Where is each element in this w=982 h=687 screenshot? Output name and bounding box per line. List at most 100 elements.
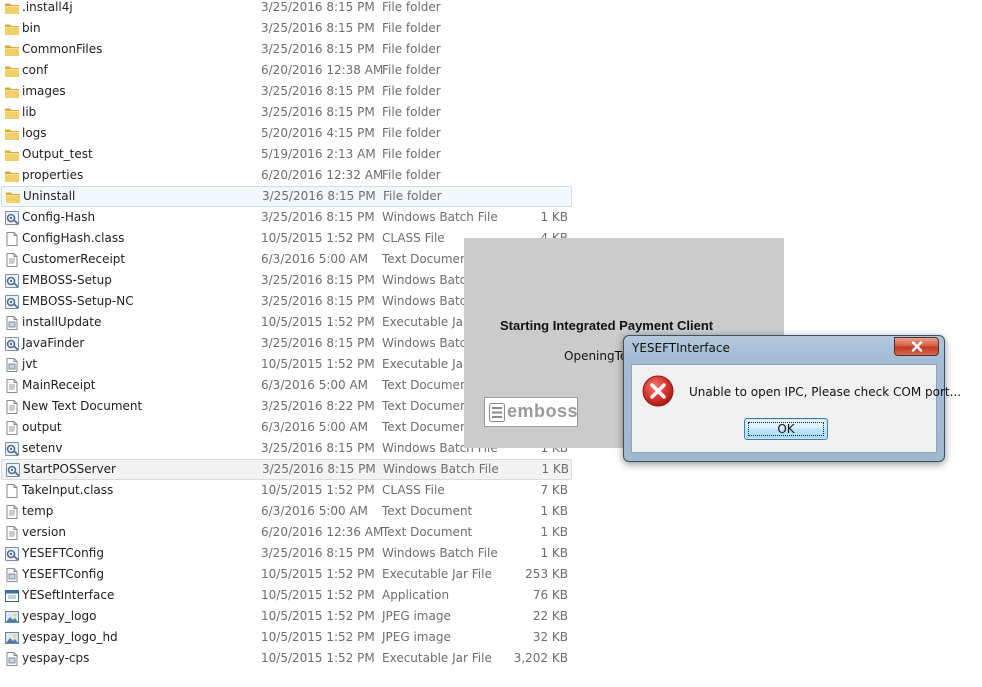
file-row[interactable]: YESEFTConfig 10/5/2015 1:52 PM Executable … bbox=[0, 564, 572, 585]
batch-file-icon bbox=[4, 273, 20, 289]
file-row[interactable]: yespay-cps 10/5/2015 1:52 PM Executable Ja… bbox=[0, 648, 572, 669]
file-name: ConfigHash.class bbox=[22, 231, 125, 245]
batch-file-icon bbox=[4, 441, 20, 457]
file-size: 1 KB bbox=[540, 546, 568, 560]
folder-icon bbox=[4, 126, 20, 142]
text-file-icon bbox=[4, 525, 20, 541]
file-type: Text Document bbox=[382, 252, 473, 266]
file-date-modified: 6/20/2016 12:38 AM bbox=[261, 63, 384, 77]
file-row[interactable]: CommonFiles 3/25/2016 8:15 PM File folder bbox=[0, 39, 572, 60]
file-date-modified: 3/25/2016 8:15 PM bbox=[261, 210, 375, 224]
file-type: CLASS File bbox=[382, 231, 445, 245]
file-row[interactable]: YESeftInterface 10/5/2015 1:52 PM Applicat… bbox=[0, 585, 572, 606]
file-date-modified: 6/3/2016 5:00 AM bbox=[261, 504, 369, 518]
file-name: bin bbox=[22, 21, 41, 35]
file-name: version bbox=[22, 525, 66, 539]
file-name: Uninstall bbox=[23, 189, 76, 203]
file-type: File folder bbox=[382, 42, 441, 56]
error-dialog[interactable]: YESEFTInterface Unable to open IPC, Plea… bbox=[623, 335, 961, 462]
file-date-modified: 3/25/2016 8:15 PM bbox=[261, 546, 375, 560]
file-size: 32 KB bbox=[532, 630, 568, 644]
dialog-close-button[interactable] bbox=[894, 337, 939, 356]
file-row[interactable]: yespay_logo_hd 10/5/2015 1:52 PM JPEG imag… bbox=[0, 627, 572, 648]
file-name: temp bbox=[22, 504, 54, 518]
file-row[interactable]: conf 6/20/2016 12:38 AM File folder bbox=[0, 60, 572, 81]
file-date-modified: 3/25/2016 8:15 PM bbox=[261, 294, 375, 308]
batch-file-icon bbox=[5, 462, 21, 478]
folder-icon bbox=[4, 42, 20, 58]
file-row[interactable]: YESEFTConfig 3/25/2016 8:15 PM Windows Bat… bbox=[0, 543, 572, 564]
file-date-modified: 5/19/2016 2:13 AM bbox=[261, 147, 376, 161]
file-name: properties bbox=[22, 168, 84, 182]
file-name: New Text Document bbox=[22, 399, 143, 413]
file-row[interactable]: yespay_logo 10/5/2015 1:52 PM JPEG image 22… bbox=[0, 606, 572, 627]
file-name: Config-Hash bbox=[22, 210, 96, 224]
folder-icon bbox=[4, 105, 20, 121]
file-type: File folder bbox=[382, 84, 441, 98]
file-name: YESEFTConfig bbox=[22, 567, 104, 581]
file-name: conf bbox=[22, 63, 48, 77]
folder-icon bbox=[4, 147, 20, 163]
jar-file-icon bbox=[4, 567, 20, 583]
text-file-icon bbox=[4, 399, 20, 415]
file-name: JavaFinder bbox=[22, 336, 85, 350]
error-icon bbox=[642, 375, 674, 407]
ok-button-focus-ring bbox=[748, 422, 824, 436]
file-name: yespay_logo bbox=[22, 609, 97, 623]
splash-status-text: OpeningTe bbox=[564, 349, 628, 363]
file-row[interactable]: .install4j 3/25/2016 8:15 PM File folder bbox=[0, 0, 572, 18]
file-row[interactable]: Config-Hash 3/25/2016 8:15 PM Windows Batc… bbox=[0, 207, 572, 228]
file-type: File folder bbox=[382, 168, 441, 182]
folder-icon bbox=[4, 84, 20, 100]
file-row[interactable]: temp 6/3/2016 5:00 AM Text Document 1 KB bbox=[0, 501, 572, 522]
ok-button[interactable]: OK bbox=[744, 418, 828, 440]
jar-file-icon bbox=[4, 651, 20, 667]
file-date-modified: 6/3/2016 5:00 AM bbox=[261, 378, 369, 392]
file-row[interactable]: version 6/20/2016 12:36 AM Text Document 1 … bbox=[0, 522, 572, 543]
file-row[interactable]: images 3/25/2016 8:15 PM File folder bbox=[0, 81, 572, 102]
file-date-modified: 6/20/2016 12:32 AM bbox=[261, 168, 384, 182]
file-date-modified: 3/25/2016 8:15 PM bbox=[262, 462, 376, 476]
file-date-modified: 10/5/2015 1:52 PM bbox=[261, 231, 375, 245]
folder-icon bbox=[4, 63, 20, 79]
file-row[interactable]: Uninstall 3/25/2016 8:15 PM File folder bbox=[1, 186, 572, 207]
file-type: File folder bbox=[382, 63, 441, 77]
file-row[interactable]: lib 3/25/2016 8:15 PM File folder bbox=[0, 102, 572, 123]
file-type: File folder bbox=[382, 147, 441, 161]
file-size: 253 KB bbox=[525, 567, 568, 581]
file-date-modified: 3/25/2016 8:15 PM bbox=[261, 84, 375, 98]
image-file-icon bbox=[4, 630, 20, 646]
file-name: Output_test bbox=[22, 147, 93, 161]
file-row[interactable]: Output_test 5/19/2016 2:13 AM File folder bbox=[0, 144, 572, 165]
file-date-modified: 6/3/2016 5:00 AM bbox=[261, 252, 369, 266]
file-type: JPEG image bbox=[382, 609, 451, 623]
file-row[interactable]: StartPOSServer 3/25/2016 8:15 PM Windows B… bbox=[1, 459, 572, 480]
folder-icon bbox=[4, 21, 20, 37]
file-type: File folder bbox=[382, 126, 441, 140]
file-date-modified: 6/3/2016 5:00 AM bbox=[261, 420, 369, 434]
file-row[interactable]: logs 5/20/2016 4:15 PM File folder bbox=[0, 123, 572, 144]
file-row[interactable]: properties 6/20/2016 12:32 AM File folder bbox=[0, 165, 572, 186]
close-icon bbox=[911, 341, 923, 352]
file-date-modified: 3/25/2016 8:15 PM bbox=[261, 105, 375, 119]
file-size: 1 KB bbox=[540, 210, 568, 224]
file-date-modified: 3/25/2016 8:15 PM bbox=[261, 273, 375, 287]
file-date-modified: 10/5/2015 1:52 PM bbox=[261, 609, 375, 623]
file-size: 1 KB bbox=[541, 462, 569, 476]
file-date-modified: 10/5/2015 1:52 PM bbox=[261, 483, 375, 497]
text-file-icon bbox=[4, 378, 20, 394]
file-name: YESEFTConfig bbox=[22, 546, 104, 560]
image-file-icon bbox=[4, 609, 20, 625]
file-type: File folder bbox=[383, 189, 442, 203]
dialog-body: Unable to open IPC, Please check COM por… bbox=[631, 364, 961, 453]
folder-icon bbox=[4, 0, 20, 16]
file-size: 1 KB bbox=[540, 504, 568, 518]
batch-file-icon bbox=[4, 336, 20, 352]
file-row[interactable]: bin 3/25/2016 8:15 PM File folder bbox=[0, 18, 572, 39]
file-type: File folder bbox=[382, 0, 441, 14]
blank-file-icon bbox=[4, 231, 20, 247]
file-name: EMBOSS-Setup-NC bbox=[22, 294, 134, 308]
file-row[interactable]: TakeInput.class 10/5/2015 1:52 PM CLASS Fi… bbox=[0, 480, 572, 501]
file-size: 3,202 KB bbox=[513, 651, 568, 665]
file-date-modified: 5/20/2016 4:15 PM bbox=[261, 126, 375, 140]
